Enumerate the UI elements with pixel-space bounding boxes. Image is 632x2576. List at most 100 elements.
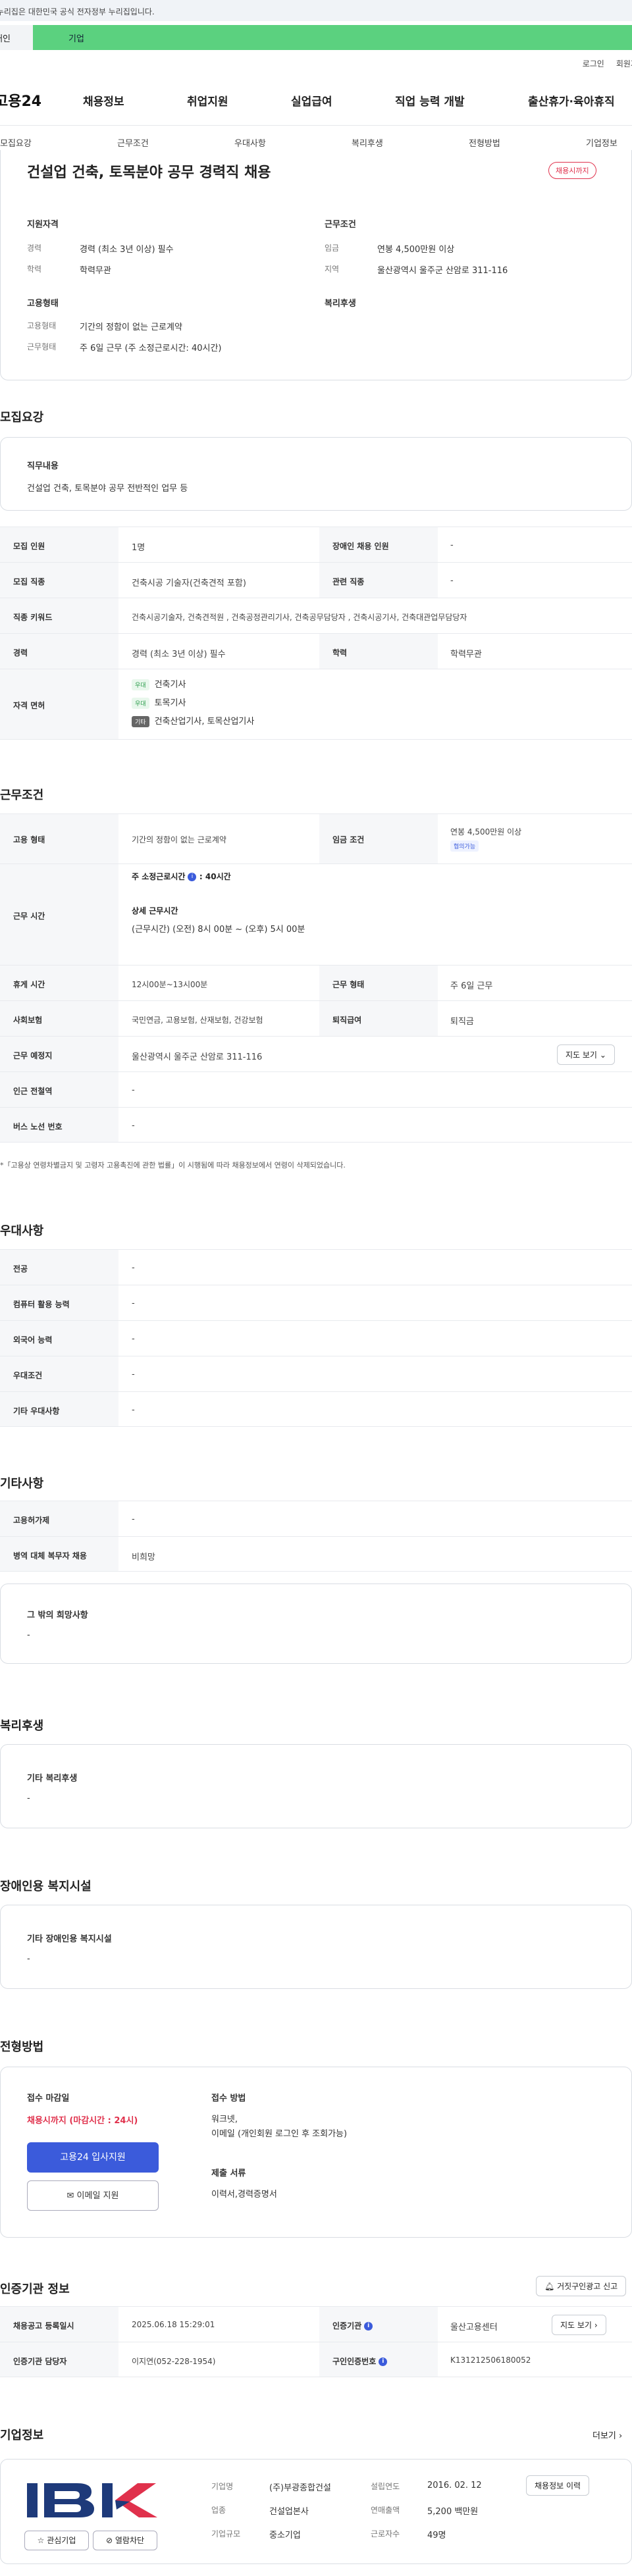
deadline-badge: 채용시까지 <box>548 162 596 179</box>
gnb-item-support[interactable]: 취업지원 <box>187 92 228 109</box>
td-severance: 퇴직금 <box>450 1017 474 1027</box>
interest-company-button[interactable]: ☆ 관심기업 <box>24 2531 89 2550</box>
table-row: 사회보험 국민연금, 고용보험, 산재보험, 건강보험 퇴직급여 퇴직금 <box>0 1000 632 1036</box>
gnb-item-jobs[interactable]: 채용정보 <box>83 92 124 109</box>
section-title-welfare: 복리후생 <box>0 1719 44 1733</box>
th-job: 모집 직종 <box>13 577 45 586</box>
industry-label: 업종 <box>211 2506 226 2515</box>
license-tag: 우대 <box>132 698 149 709</box>
size-value: 중소기업 <box>269 2531 301 2540</box>
th-org: 인증기관 i <box>332 2320 373 2331</box>
company-more-label: 더보기 <box>592 2431 616 2441</box>
gnb-item-training[interactable]: 직업 능력 개발 <box>395 92 465 109</box>
apply-button[interactable]: 고용24 입사지원 <box>27 2142 159 2173</box>
hope-title: 그 밖의 희망사항 <box>27 1610 88 1620</box>
block-label: 열람차단 <box>115 2536 145 2545</box>
license-name: 건축기사 <box>154 680 186 690</box>
td-worktype: 주 6일 근무 <box>450 981 493 991</box>
th-disabled: 장애인 채용 인원 <box>332 542 389 551</box>
table-row: 채용공고 등록일시 2025.06.18 15:29:01 인증기관 i 울산고용… <box>0 2306 632 2342</box>
est-value: 2016. 02. 12 <box>427 2481 482 2490</box>
recruit-table: 모집 인원 1명 장애인 채용 인원 - 모집 직종 건축시공 기술자(건축견적… <box>0 527 632 740</box>
td-insurance: 국민연금, 고용보험, 산재보험, 건강보험 <box>132 1016 263 1025</box>
emp-title: 고용형태 <box>27 299 59 309</box>
snb-preference[interactable]: 우대사항 <box>234 136 266 149</box>
tab-company[interactable]: 기업 <box>33 25 632 50</box>
th-pref: 기타 우대사항 <box>13 1406 60 1416</box>
table-row: 전공 - <box>0 1249 632 1285</box>
tab-company-label: 기업 <box>68 34 84 44</box>
conditions-table: 고용 형태 기간의 정함이 없는 근로계약 임금 조건 연봉 4,500만원 이… <box>0 813 632 1143</box>
snb-company[interactable]: 기업정보 <box>586 136 618 149</box>
welfare-card: 기타 복리후생 - <box>0 1744 632 1828</box>
table-row: 버스 노선 번호 - <box>0 1107 632 1143</box>
company-logo <box>24 2478 163 2524</box>
login-link[interactable]: 로그인 <box>583 58 604 69</box>
company-more-link[interactable]: 더보기 › <box>592 2429 622 2441</box>
th-edu: 학력 <box>332 648 348 657</box>
license-item: 우대 건축기사 <box>132 677 186 690</box>
docs-value: 이력서,경력증명서 <box>211 2190 277 2200</box>
snb-selection[interactable]: 전형방법 <box>469 136 500 149</box>
company-card: ☆ 관심기업 ⊘ 열람차단 기업명 (주)부광종합건설 설립연도 2016. 0… <box>0 2459 632 2564</box>
report-fake-ad-button[interactable]: 🔔︎ 거짓구인광고 신고 <box>536 2276 627 2296</box>
mail-icon: ✉ <box>66 2191 74 2201</box>
gnb-item-parental[interactable]: 출산휴가·육아휴직 <box>528 92 615 109</box>
facility-item-value: - <box>27 1954 30 1964</box>
snb-conditions[interactable]: 근무조건 <box>117 136 149 149</box>
email-apply-button[interactable]: ✉ 이메일 지원 <box>27 2180 159 2211</box>
size-label: 기업규모 <box>211 2529 241 2538</box>
th-num: 구인인증번호 i <box>332 2356 388 2367</box>
snb-welfare[interactable]: 복리후생 <box>352 136 383 149</box>
est-label: 설립연도 <box>371 2482 400 2491</box>
company-logo-image <box>27 2483 157 2517</box>
block-view-button[interactable]: ⊘ 열람차단 <box>93 2531 157 2550</box>
gnb-item-unemployment[interactable]: 실업급여 <box>291 92 332 109</box>
license-item: 기타 건축산업기사, 토목산업기사 <box>132 714 254 727</box>
company-name-label: 기업명 <box>211 2482 234 2491</box>
divider <box>0 125 632 126</box>
td-edu: 학력무관 <box>450 650 482 659</box>
chevron-right-icon: › <box>594 2321 598 2330</box>
cert-map-button[interactable]: 지도 보기 › <box>552 2315 606 2335</box>
welfare-title: 복리후생 <box>325 299 356 309</box>
table-row: 컴퓨터 활용 능력 - <box>0 1285 632 1320</box>
report-button-label: 거짓구인광고 신고 <box>557 2282 618 2291</box>
others-table: 고용허가제 - 병역 대체 복무자 채용 비희망 <box>0 1501 632 1572</box>
duty-title: 직무내용 <box>27 461 59 471</box>
wage-value: 연봉 4,500만원 이상 <box>377 245 455 255</box>
bell-icon: 🔔︎ <box>544 2282 555 2291</box>
info-icon[interactable]: i <box>364 2322 373 2331</box>
th-place: 근무 예정지 <box>13 1051 53 1060</box>
job-summary-card: 건설업 건축, 토목분야 공무 경력직 채용 채용시까지 지원자격 경력 경력 … <box>0 150 632 380</box>
career-value: 경력 (최소 3년 이상) 필수 <box>80 245 174 255</box>
th-person: 인증기관 담당자 <box>13 2357 67 2366</box>
detail-label: 상세 근무시간 <box>132 906 178 915</box>
section-title-conditions: 근무조건 <box>0 788 44 802</box>
tab-personal[interactable]: 개인 <box>0 25 33 50</box>
tab-personal-label: 개인 <box>0 34 11 44</box>
snb-recruit[interactable]: 모집요강 <box>0 136 32 149</box>
hope-value: - <box>27 1630 30 1640</box>
cert-table: 채용공고 등록일시 2025.06.18 15:29:01 인증기관 i 울산고용… <box>0 2306 632 2377</box>
age-note: *「고용상 연령차별금지 및 고령자 고용촉진에 관한 법률」이 시행됨에 따라… <box>0 1161 346 1170</box>
section-title-recruit: 모집요강 <box>0 411 44 425</box>
section-title-selection: 전형방법 <box>0 2040 44 2054</box>
weekly-hours: 주 소정근로시간 i : 40시간 <box>132 871 231 882</box>
info-icon[interactable]: i <box>188 872 197 881</box>
area-label: 지역 <box>325 265 340 274</box>
history-button[interactable]: 채용정보 이력 <box>526 2475 590 2496</box>
company-name-value: (주)부광종합건설 <box>269 2483 331 2493</box>
info-icon[interactable]: i <box>379 2357 388 2366</box>
work-value: 주 6일 근무 (주 소정근로시간: 40시간) <box>80 344 222 353</box>
main-nav: 채용정보 취업지원 실업급여 직업 능력 개발 출산휴가·육아휴직 <box>0 92 632 109</box>
td-num: K131212506180052 <box>450 2356 531 2365</box>
sales-value: 5,200 백만원 <box>427 2507 479 2517</box>
join-link[interactable]: 회원가입 <box>616 58 632 69</box>
td-other: 비희망 <box>132 1553 155 1562</box>
edu-value: 학력무관 <box>80 266 111 276</box>
map-button[interactable]: 지도 보기 ⌄ <box>557 1044 615 1065</box>
area-value: 울산광역시 울주군 산암로 311-116 <box>377 266 508 276</box>
table-row: 모집 직종 건축시공 기술자(건축견적 포함) 관련 직종 - <box>0 562 632 598</box>
th-subway: 인근 전철역 <box>13 1087 53 1096</box>
